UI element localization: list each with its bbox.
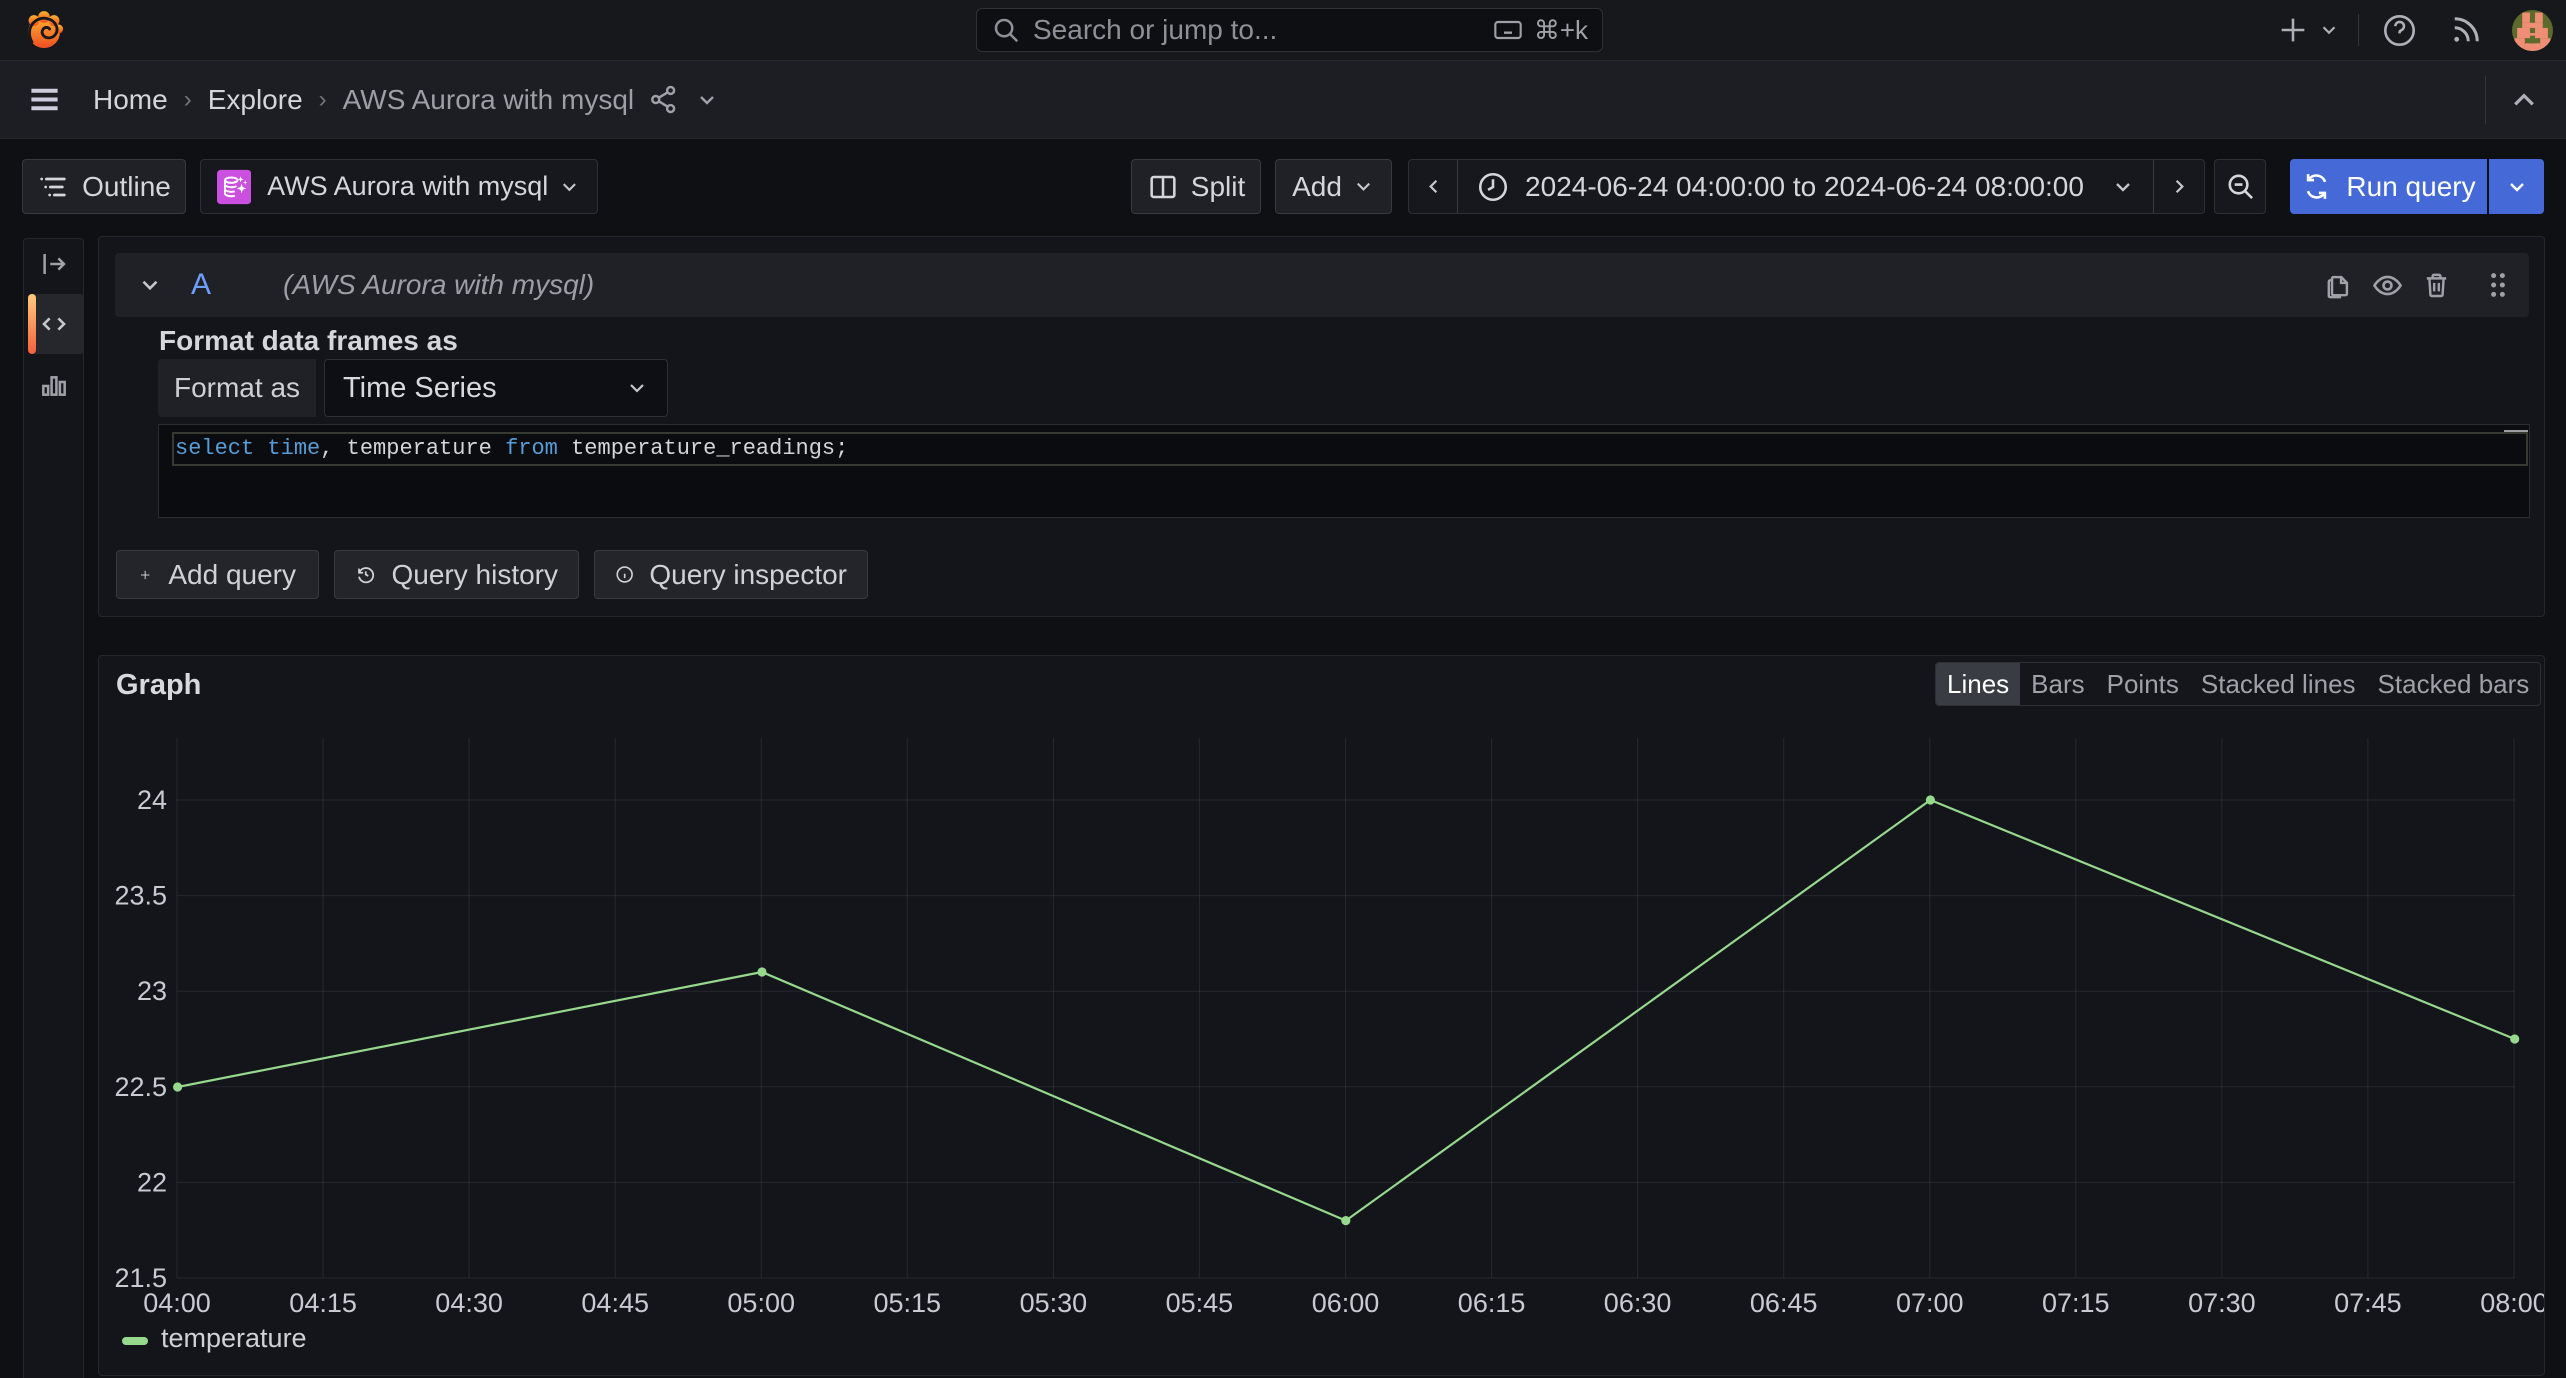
svg-text:07:45: 07:45 bbox=[2334, 1288, 2402, 1318]
svg-text:07:00: 07:00 bbox=[1896, 1288, 1964, 1318]
svg-text:05:30: 05:30 bbox=[1020, 1288, 1088, 1318]
svg-text:05:45: 05:45 bbox=[1166, 1288, 1234, 1318]
svg-text:04:00: 04:00 bbox=[143, 1288, 211, 1318]
svg-text:07:15: 07:15 bbox=[2042, 1288, 2110, 1318]
svg-text:04:15: 04:15 bbox=[289, 1288, 357, 1318]
svg-text:22: 22 bbox=[137, 1167, 167, 1197]
svg-text:08:00: 08:00 bbox=[2480, 1288, 2544, 1318]
svg-text:23.5: 23.5 bbox=[114, 881, 167, 911]
svg-text:24: 24 bbox=[137, 785, 167, 815]
svg-text:06:15: 06:15 bbox=[1458, 1288, 1526, 1318]
svg-text:temperature: temperature bbox=[161, 1323, 307, 1353]
svg-text:06:00: 06:00 bbox=[1312, 1288, 1380, 1318]
svg-text:23: 23 bbox=[137, 976, 167, 1006]
svg-text:22.5: 22.5 bbox=[114, 1072, 167, 1102]
svg-text:05:15: 05:15 bbox=[874, 1288, 942, 1318]
svg-text:06:30: 06:30 bbox=[1604, 1288, 1672, 1318]
svg-text:07:30: 07:30 bbox=[2188, 1288, 2256, 1318]
svg-text:04:30: 04:30 bbox=[435, 1288, 503, 1318]
svg-text:04:45: 04:45 bbox=[581, 1288, 649, 1318]
svg-text:05:00: 05:00 bbox=[727, 1288, 795, 1318]
svg-text:06:45: 06:45 bbox=[1750, 1288, 1818, 1318]
